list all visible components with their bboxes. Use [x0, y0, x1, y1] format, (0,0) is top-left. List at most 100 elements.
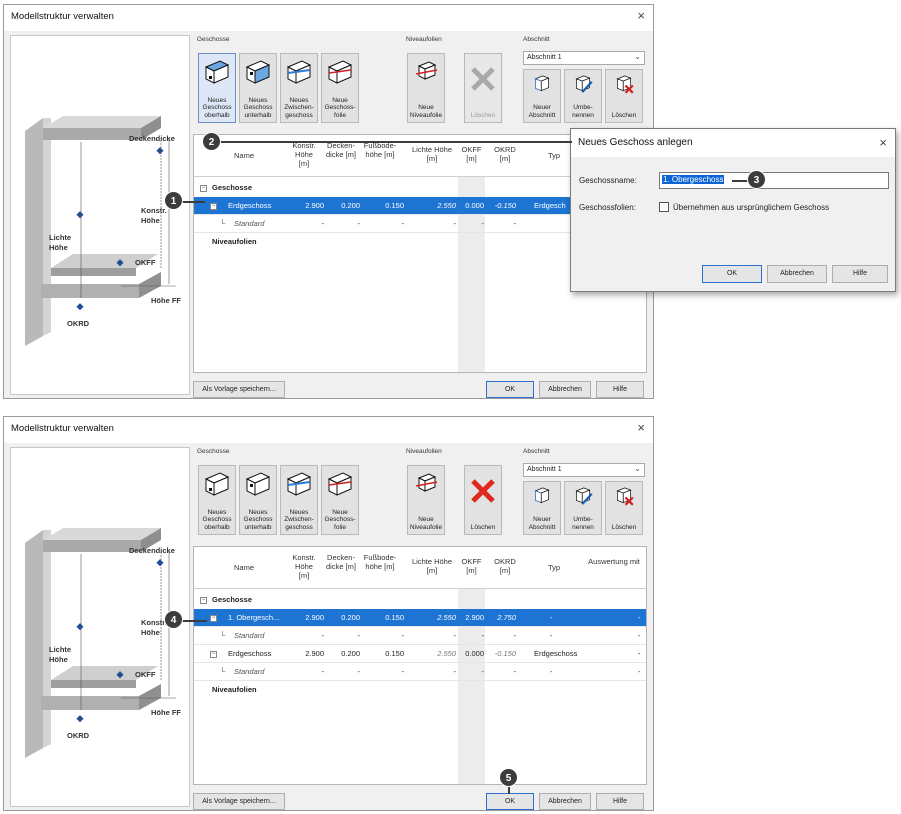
collapse-icon[interactable]: − — [200, 185, 207, 192]
col-name: Name — [233, 151, 254, 160]
title-bar: Modellstruktur verwalten × — [4, 417, 653, 443]
new-floor-above-button[interactable]: Neues Geschoss oberhalb — [198, 53, 236, 123]
new-level-layer-button[interactable]: Neue Niveaufolie — [407, 53, 445, 123]
delete-button[interactable]: Löschen — [464, 465, 502, 535]
group-geschosse-label: Geschosse — [197, 448, 230, 455]
table-row[interactable]: − 1. Obergesch... 2.900 0.200 0.150 2.55… — [194, 609, 646, 627]
new-floor-layer-button[interactable]: Neue Geschoss-folie — [321, 53, 359, 123]
delete-label: Löschen — [470, 523, 496, 531]
new-level-layer-label: Neue Niveaufolie — [409, 516, 443, 531]
cancel-button[interactable]: Abbrechen — [539, 381, 591, 398]
cell-lichte: - — [453, 667, 457, 676]
section-select[interactable]: Abschnitt 1 ⌄ — [523, 51, 645, 65]
table-row[interactable]: └ Standard - - - - - - - - — [194, 663, 646, 681]
ok-button[interactable]: OK — [486, 793, 534, 810]
table-row[interactable]: └ Standard - - - - - - - - — [194, 627, 646, 645]
col-fussboden: Fußbode-höhe [m] — [363, 553, 397, 571]
cell-fuss: 0.150 — [385, 201, 404, 210]
section-row-niveaufolien[interactable]: Niveaufolien — [194, 681, 646, 699]
copy-layers-checkbox[interactable] — [659, 202, 669, 212]
col-fussboden: Fußbode-höhe [m] — [363, 141, 397, 159]
rename-section-button[interactable]: Umbe-nennen — [564, 481, 602, 535]
label-okff: OKFF — [135, 258, 156, 267]
collapse-icon[interactable]: − — [210, 651, 217, 658]
collapse-icon[interactable]: − — [210, 615, 217, 622]
cell-decken: - — [357, 219, 361, 228]
help-button[interactable]: Hilfe — [596, 793, 644, 810]
section-select-value: Abschnitt 1 — [527, 54, 562, 61]
col-auswertung: Auswertung mit — [588, 557, 640, 566]
new-intermediate-floor-button[interactable]: Neues Zwischen-geschoss — [280, 53, 318, 123]
new-level-layer-button[interactable]: Neue Niveaufolie — [407, 465, 445, 535]
new-intermediate-floor-button[interactable]: Neues Zwischen-geschoss — [280, 465, 318, 535]
col-okrd: OKRD [m] — [494, 145, 516, 163]
new-section-button[interactable]: Neuer Abschnitt — [523, 481, 561, 535]
delete-section-button[interactable]: Löschen — [605, 481, 643, 535]
floor-name-value: 1. Obergeschoss — [662, 175, 725, 184]
cell-konstr: - — [321, 667, 325, 676]
cell-konstr: - — [321, 219, 325, 228]
new-floor-above-button[interactable]: Neues Geschoss oberhalb — [198, 465, 236, 535]
close-icon[interactable]: × — [637, 421, 645, 435]
section-label: Niveaufolien — [212, 685, 257, 694]
save-as-template-button[interactable]: Als Vorlage speichern... — [193, 793, 285, 810]
delete-button-disabled[interactable]: Löschen — [464, 53, 502, 123]
ok-button[interactable]: OK — [486, 381, 534, 398]
col-decken: Decken-dicke [m] — [326, 553, 357, 571]
col-decken: Decken-dicke [m] — [326, 141, 357, 159]
new-intermediate-floor-label: Neues Zwischen-geschoss — [284, 508, 314, 531]
new-floor-below-button[interactable]: Neues Geschoss unterhalb — [239, 465, 277, 535]
close-icon[interactable]: × — [637, 9, 645, 23]
new-section-button[interactable]: Neuer Abschnitt — [523, 69, 561, 123]
floor-layer-icon — [327, 60, 353, 84]
new-section-label: Neuer Abschnitt — [528, 516, 556, 531]
rename-section-button[interactable]: Umbe-nennen — [564, 69, 602, 123]
tree-branch-icon: └ — [220, 667, 226, 676]
new-floor-layer-label: Neue Geschoss-folie — [324, 96, 356, 119]
callout-marker-4: 4 — [164, 610, 183, 629]
cell-fuss: 0.150 — [385, 613, 404, 622]
copy-layers-label: Übernehmen aus ursprünglichem Geschoss — [673, 203, 830, 212]
callout-marker-2: 2 — [202, 132, 221, 151]
new-level-layer-label: Neue Niveaufolie — [409, 104, 443, 119]
new-floor-below-label: Neues Geschoss unterhalb — [243, 96, 273, 119]
new-intermediate-floor-label: Neues Zwischen-geschoss — [284, 96, 314, 119]
new-floor-layer-button[interactable]: Neue Geschoss-folie — [321, 465, 359, 535]
callout-line-2 — [216, 141, 572, 143]
help-button[interactable]: Hilfe — [596, 381, 644, 398]
cell-auswertung: - — [638, 667, 641, 676]
cell-okrd: - — [513, 219, 517, 228]
callout-line-4 — [181, 620, 207, 622]
collapse-icon[interactable]: − — [210, 203, 217, 210]
collapse-icon[interactable]: − — [200, 597, 207, 604]
close-icon[interactable]: × — [879, 136, 887, 150]
group-abschnitt-label: Abschnitt — [523, 36, 550, 43]
cell-auswertung: - — [638, 631, 641, 640]
delete-x-icon — [471, 479, 495, 503]
dialog-help-button[interactable]: Hilfe — [832, 265, 888, 283]
section-select[interactable]: Abschnitt 1 ⌄ — [523, 463, 645, 477]
dialog-title: Neues Geschoss anlegen — [578, 137, 693, 148]
cell-auswertung: - — [638, 649, 641, 658]
delete-section-button[interactable]: Löschen — [605, 69, 643, 123]
table-row[interactable]: − Erdgeschoss 2.900 0.200 0.150 2.550 0.… — [194, 645, 646, 663]
floor-name-input[interactable]: 1. Obergeschoss — [659, 172, 889, 189]
section-row-geschosse[interactable]: − Geschosse — [194, 591, 646, 609]
new-floor-below-label: Neues Geschoss unterhalb — [243, 508, 273, 531]
chevron-down-icon: ⌄ — [634, 52, 641, 61]
new-floor-below-button[interactable]: Neues Geschoss unterhalb — [239, 53, 277, 123]
cell-lichte: 2.550 — [437, 613, 456, 622]
callout-marker-1: 1 — [164, 191, 183, 210]
dialog-cancel-button[interactable]: Abbrechen — [767, 265, 827, 283]
floor-layer-icon — [327, 472, 353, 496]
rename-section-label: Umbe-nennen — [572, 516, 594, 531]
cancel-button[interactable]: Abbrechen — [539, 793, 591, 810]
cell-name: Erdgeschoss — [228, 201, 272, 210]
dialog-ok-button[interactable]: OK — [702, 265, 762, 283]
col-okrd: OKRD [m] — [494, 557, 516, 575]
cell-decken: - — [357, 631, 361, 640]
cell-konstr: - — [321, 631, 325, 640]
delete-x-icon — [471, 67, 495, 91]
floor-name-label: Geschossname: — [579, 176, 637, 185]
save-as-template-button[interactable]: Als Vorlage speichern... — [193, 381, 285, 398]
